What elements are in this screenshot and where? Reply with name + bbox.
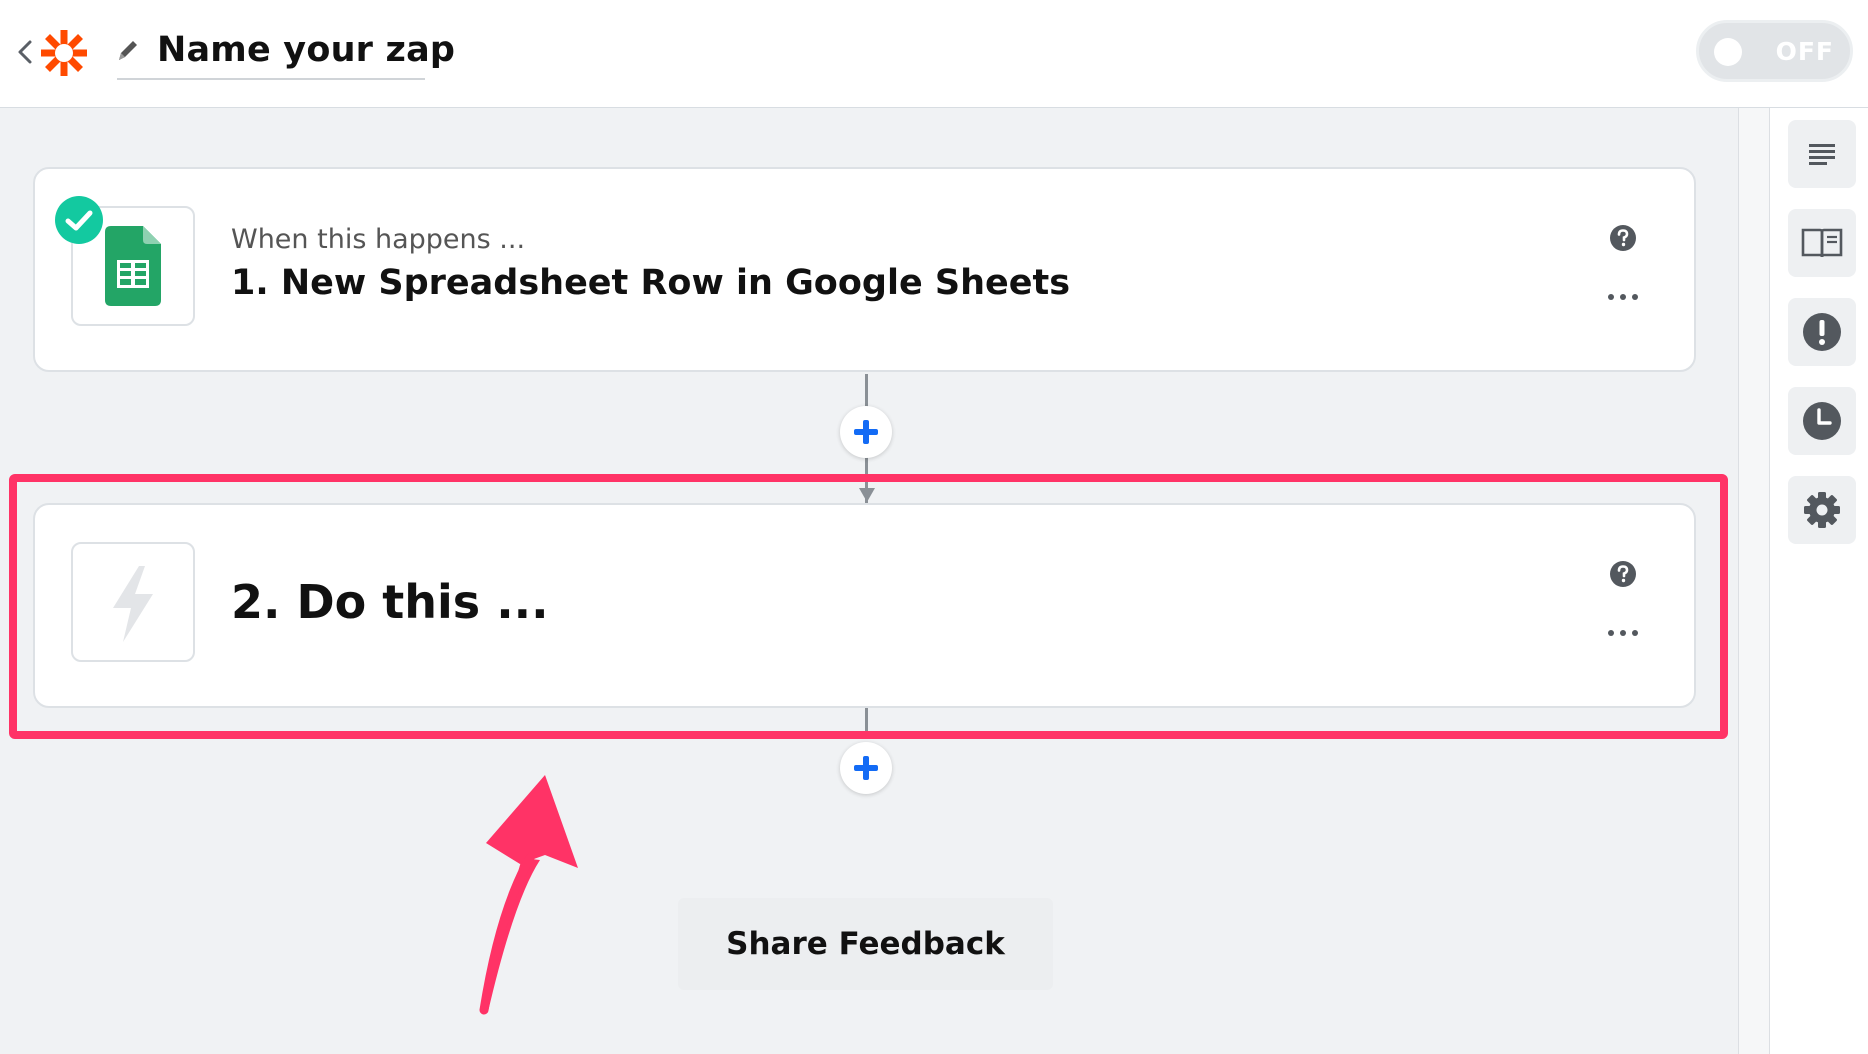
check-icon <box>55 196 103 244</box>
book-icon <box>1801 228 1843 258</box>
toggle-knob <box>1714 38 1742 66</box>
canvas-scrollbar[interactable] <box>1738 108 1770 1054</box>
list-icon <box>1809 144 1835 165</box>
sidebar-history-button[interactable] <box>1788 387 1856 455</box>
trigger-step-card[interactable]: When this happens ... 1. New Spreadsheet… <box>33 167 1696 372</box>
clock-icon <box>1803 402 1841 440</box>
sidebar-outline-button[interactable] <box>1788 120 1856 188</box>
gear-icon <box>1804 492 1840 528</box>
plus-icon <box>854 420 878 444</box>
add-step-button[interactable] <box>840 742 892 794</box>
alert-icon <box>1803 313 1841 351</box>
help-icon[interactable] <box>1608 223 1638 253</box>
share-feedback-button[interactable]: Share Feedback <box>678 898 1053 990</box>
trigger-step-subtitle: When this happens ... <box>231 224 526 255</box>
zap-name-text: Name your zap <box>157 30 456 70</box>
sidebar-settings-button[interactable] <box>1788 476 1856 544</box>
highlight-box <box>9 474 1728 739</box>
sidebar-guide-button[interactable] <box>1788 209 1856 277</box>
chevron-left-icon[interactable] <box>14 34 36 70</box>
google-sheets-icon <box>105 226 161 306</box>
more-options-icon[interactable] <box>1605 291 1641 303</box>
add-step-button[interactable] <box>840 406 892 458</box>
plus-icon <box>854 756 878 780</box>
zapier-logo-icon[interactable] <box>38 27 90 79</box>
toggle-label: OFF <box>1775 37 1834 66</box>
annotation-arrow-icon <box>479 775 578 1015</box>
right-sidebar <box>1770 108 1868 1054</box>
zap-on-off-toggle[interactable]: OFF <box>1696 20 1853 82</box>
zap-name-field[interactable]: Name your zap <box>117 26 455 80</box>
sidebar-alerts-button[interactable] <box>1788 298 1856 366</box>
editor-header: Name your zap OFF <box>0 0 1868 108</box>
trigger-step-title: 1. New Spreadsheet Row in Google Sheets <box>231 263 1071 303</box>
